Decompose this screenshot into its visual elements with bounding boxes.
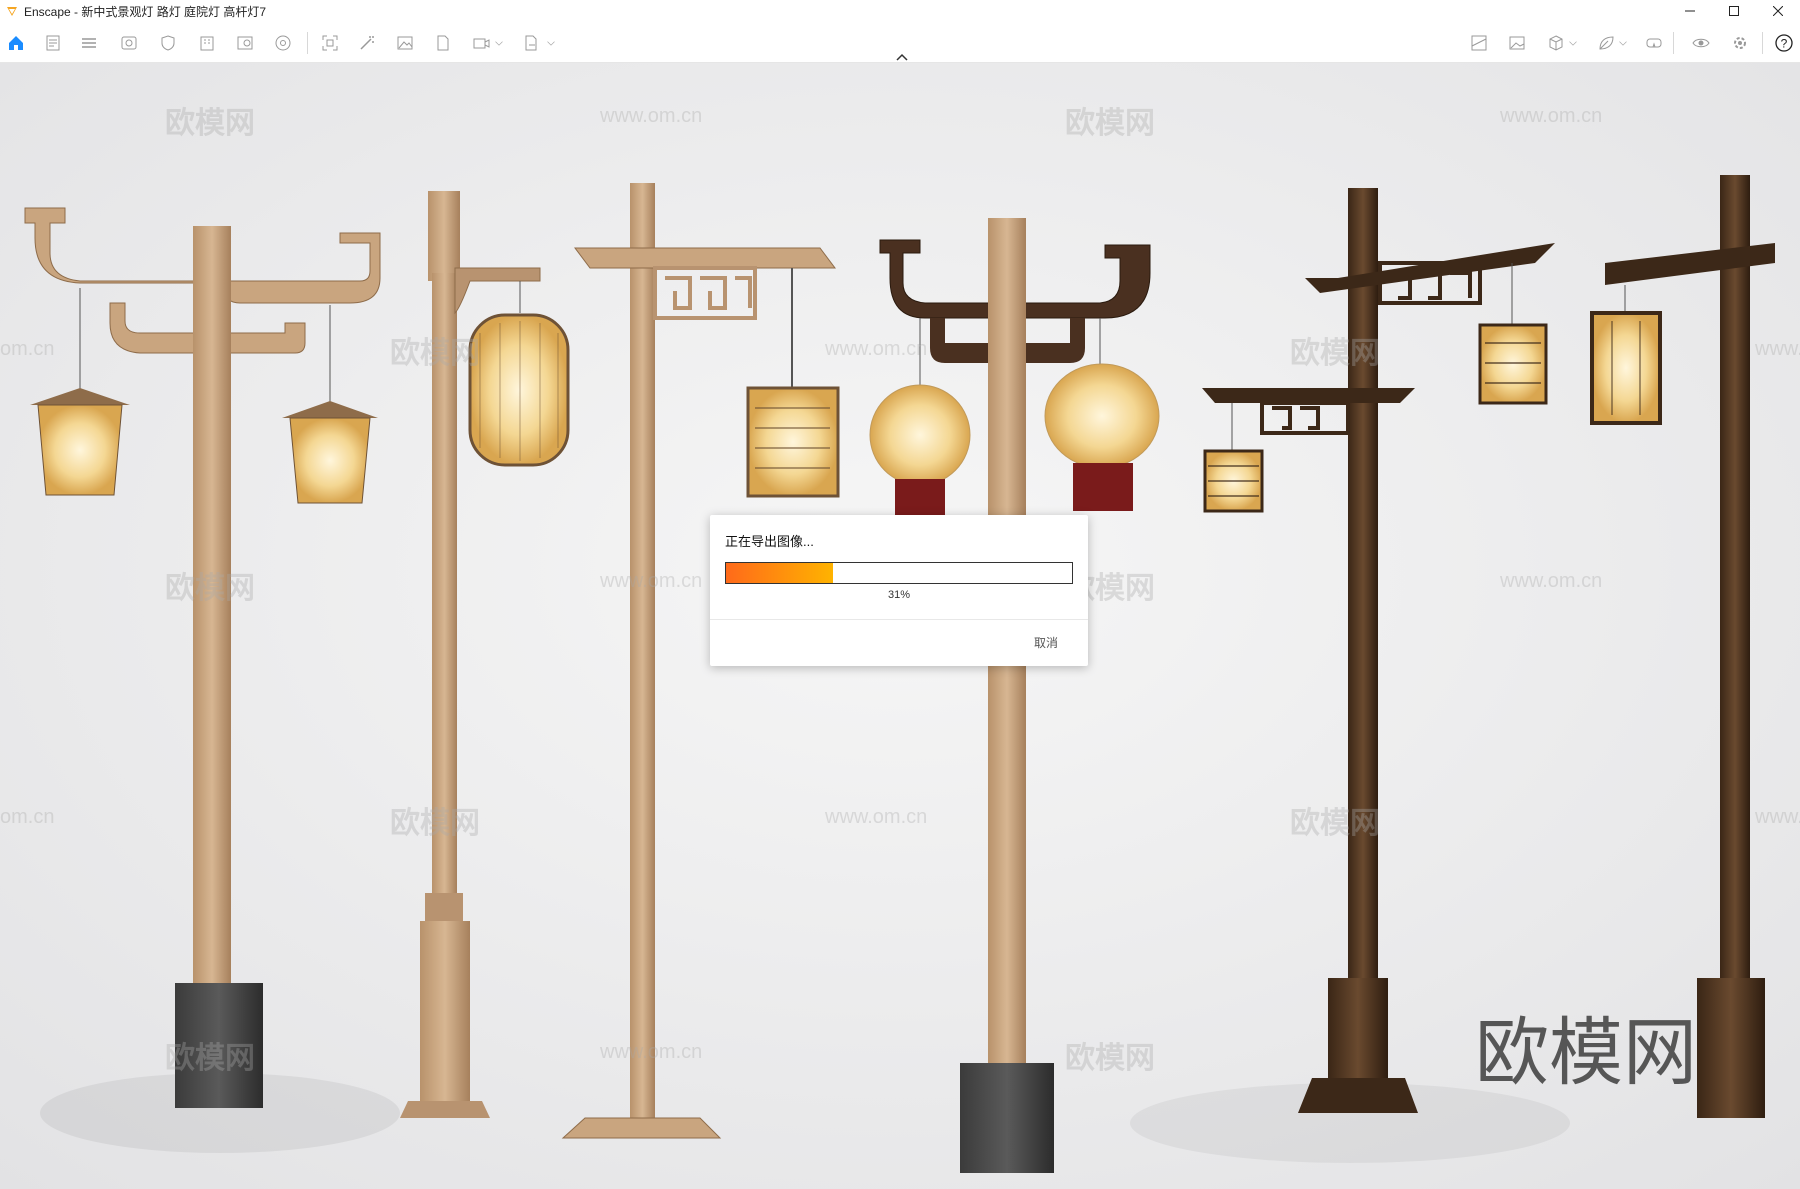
document-icon [437,35,449,51]
watermark-url: www. [1755,338,1800,360]
building-icon [200,36,214,51]
gallery-image-button[interactable] [394,32,416,54]
watermark: 欧模网 [390,807,480,840]
minimize-button[interactable] [1668,0,1712,22]
views-button[interactable] [118,32,140,54]
leaf-button[interactable] [1595,32,1617,54]
help-icon: ? [1775,34,1793,52]
eye-icon [1692,38,1710,48]
asset-add-icon [237,36,253,50]
cube-dropdown[interactable] [1566,32,1580,54]
watermark: 欧模网 [1290,337,1380,370]
magic-icon [360,36,374,50]
image-icon [397,36,413,50]
home-icon [9,36,23,50]
bim-button[interactable] [78,32,100,54]
list-icon [82,38,96,48]
batch-render-button[interactable] [432,32,454,54]
minimize-icon [1685,10,1695,12]
export-icon [525,35,537,51]
dialog-title: 正在导出图像... [725,534,814,549]
brand-watermark-large: 欧模网 [1475,1011,1697,1094]
window-title: Enscape - 新中式景观灯 路灯 庭院灯 高杆灯7 [24,4,267,19]
vr-icon [1646,38,1662,48]
toolbar-separator [307,32,308,54]
vr-button[interactable] [1643,32,1665,54]
help-button[interactable]: ? [1773,32,1795,54]
safe-frame-button[interactable] [157,32,179,54]
chevron-up-icon [896,53,908,61]
enscape-logo-icon [7,7,17,16]
watermark-url: om.cn [0,806,55,828]
screenshot-button[interactable] [319,32,341,54]
export-progress-bar [725,562,1073,584]
watermark: 欧模网 [390,337,480,370]
watermark-url: om.cn [0,338,55,360]
close-button[interactable] [1756,0,1800,22]
watermark-url: www.om.cn [825,806,928,828]
video-icon [473,38,490,49]
watermark: 欧模网 [165,107,255,140]
magic-button[interactable] [356,32,378,54]
view-button[interactable] [1690,32,1712,54]
watermark-url: www.om.cn [1500,570,1603,592]
maximize-icon [1729,6,1739,16]
watermark-url: www.om.cn [825,338,928,360]
toolbar-separator [1762,32,1763,54]
asset-library-button[interactable] [234,32,256,54]
close-icon [1773,6,1783,16]
export-dropdown[interactable] [544,32,558,54]
gallery-button[interactable] [1506,32,1528,54]
watermark-url: www.om.cn [600,105,703,127]
watermark: 欧模网 [165,572,255,605]
building-button[interactable] [196,32,218,54]
cancel-button[interactable]: 取消 [1034,634,1058,651]
watermark-url: www. [1755,806,1800,828]
toolbar-separator [1673,32,1674,54]
watermark-url: www.om.cn [600,570,703,592]
video-button[interactable] [470,32,492,54]
watermark: 欧模网 [1065,1042,1155,1075]
video-dropdown[interactable] [492,32,506,54]
watermark: 欧模网 [1290,807,1380,840]
map-icon [1471,35,1487,51]
export-button[interactable] [520,32,542,54]
chevron-down-icon [1619,41,1627,46]
watermark-url: www.om.cn [600,1041,703,1063]
visual-settings-button[interactable] [272,32,294,54]
progress-fill [726,563,834,583]
dialog-divider [710,619,1088,620]
cube-icon [1549,35,1563,51]
home-button[interactable] [5,32,27,54]
progress-percent: 31% [887,589,911,601]
chevron-down-icon [1569,41,1577,46]
collapse-toolbar-button[interactable] [892,50,912,62]
shield-icon [161,35,175,51]
file-button[interactable] [42,32,64,54]
settings-wheel-icon [275,35,291,51]
chevron-down-icon [495,41,503,46]
gear-icon [1734,37,1746,49]
watermark: 欧模网 [165,1042,255,1075]
gallery-icon [1509,36,1525,50]
file-icon [46,35,60,51]
frame-icon [322,35,338,51]
chevron-down-icon [547,41,555,46]
leaf-icon [1599,36,1614,50]
views-icon [121,36,137,50]
svg-text:?: ? [1781,37,1788,51]
title-bar: Enscape - 新中式景观灯 路灯 庭院灯 高杆灯7 [0,0,1800,22]
maximize-button[interactable] [1712,0,1756,22]
leaf-dropdown[interactable] [1616,32,1630,54]
export-progress-dialog: 正在导出图像... 31% 取消 [710,515,1088,666]
watermark: 欧模网 [1065,107,1155,140]
watermark-url: www.om.cn [1500,105,1603,127]
cube-button[interactable] [1545,32,1567,54]
settings-button[interactable] [1729,32,1751,54]
map-button[interactable] [1468,32,1490,54]
